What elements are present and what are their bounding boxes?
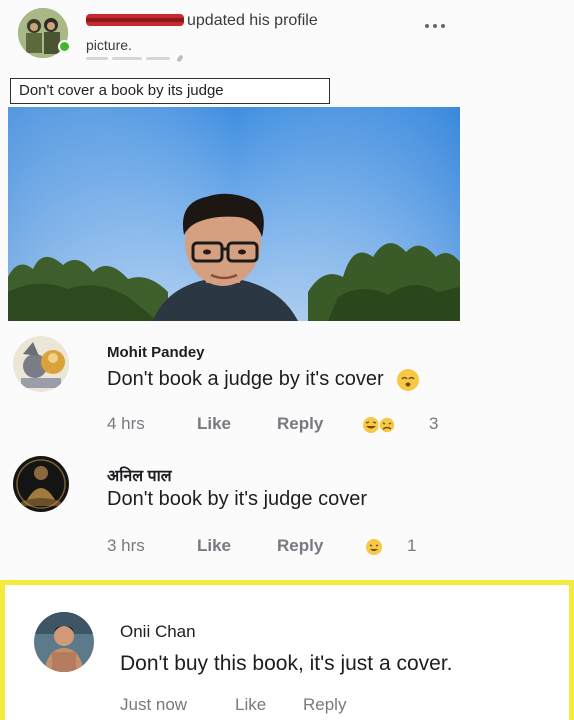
commenter-name[interactable]: Onii Chan — [120, 622, 196, 642]
online-status-indicator — [58, 40, 71, 53]
laugh-reaction-icon[interactable] — [364, 538, 384, 561]
profile-photo[interactable] — [8, 107, 460, 321]
more-options-button[interactable] — [424, 14, 446, 35]
comment-time: 3 hrs — [107, 536, 145, 555]
post-action-text: updated his profile — [187, 12, 318, 29]
facebook-post-screenshot: updated his profile picture. Don't cover… — [0, 0, 574, 720]
comment-time: 4 hrs — [107, 414, 145, 433]
comment-meta: Just now Like Reply — [120, 695, 520, 717]
sleepy-emoji-icon — [397, 368, 420, 391]
like-button[interactable]: Like — [197, 536, 231, 556]
like-button[interactable]: Like — [235, 695, 266, 715]
reply-button[interactable]: Reply — [277, 414, 323, 434]
comment-body: Don't book a judge by it's cover — [107, 368, 384, 390]
comment-text: Don't book by it's judge cover — [107, 488, 367, 510]
commenter-name[interactable]: अनिल पाल — [107, 464, 172, 486]
comment-meta: 4 hrs Like Reply 3 — [107, 414, 507, 436]
reply-button[interactable]: Reply — [303, 695, 346, 715]
comment-text: Don't buy this book, it's just a cover. — [120, 652, 453, 675]
comment-item: Mohit Pandey Don't book a judge by it's … — [0, 330, 574, 440]
reaction-icons[interactable] — [362, 416, 402, 439]
commenter-name[interactable]: Mohit Pandey — [107, 344, 205, 361]
commenter-avatar[interactable] — [13, 456, 69, 512]
reaction-count: 1 — [407, 536, 417, 555]
comment-meta: 3 hrs Like Reply 1 — [107, 536, 507, 558]
commenter-avatar[interactable] — [34, 612, 94, 672]
post-header: updated his profile picture. — [0, 0, 574, 70]
more-horizontal-icon — [425, 24, 445, 28]
comment-item: Onii Chan Don't buy this book, it's just… — [0, 600, 574, 720]
post-action-text-continued: picture. — [86, 37, 132, 53]
commenter-avatar[interactable] — [13, 336, 69, 392]
comment-time: Just now — [120, 695, 188, 714]
reply-button[interactable]: Reply — [277, 536, 323, 556]
comment-text: Don't book a judge by it's cover — [107, 368, 420, 391]
post-caption: Don't cover a book by its judge — [10, 78, 330, 104]
reaction-count: 3 — [429, 414, 439, 433]
comment-item: अनिल पाल Don't book by it's judge cover … — [0, 452, 574, 572]
like-button[interactable]: Like — [197, 414, 231, 434]
redacted-author-name — [86, 14, 184, 26]
post-timestamp-blurred — [86, 54, 206, 63]
